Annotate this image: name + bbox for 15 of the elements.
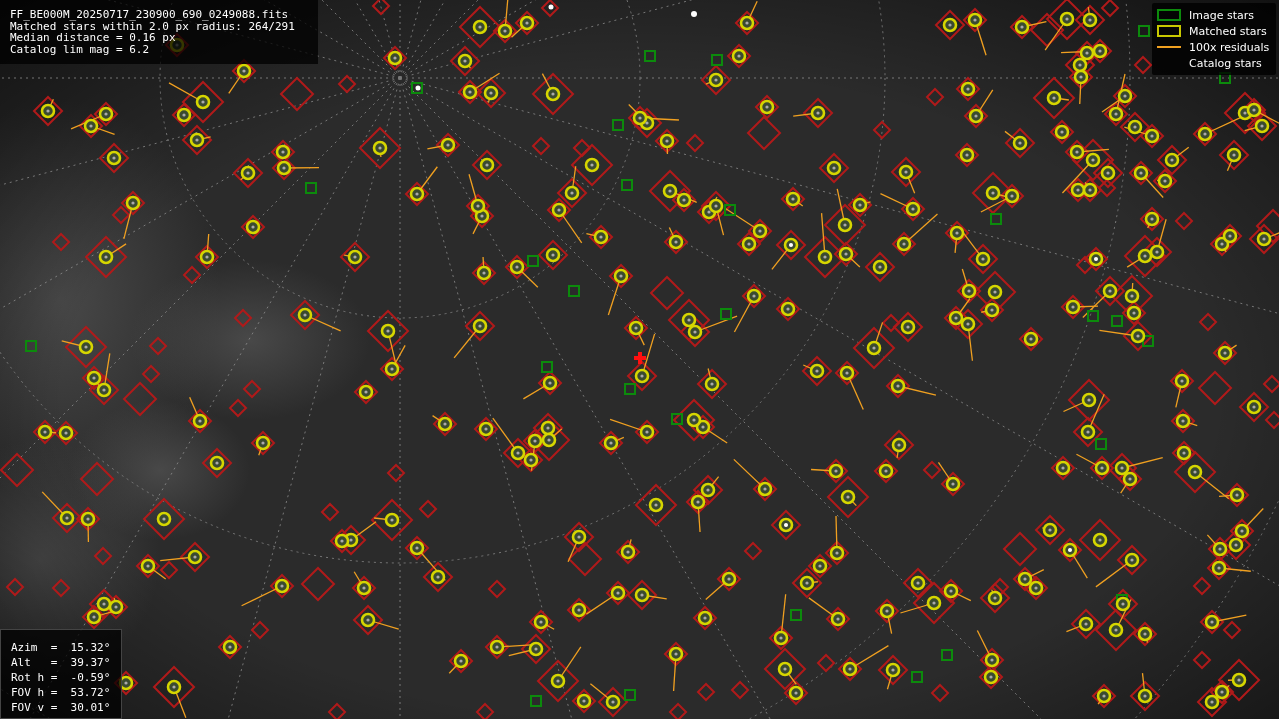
- legend-label: Catalog stars: [1189, 56, 1262, 70]
- pointing-value: Azim = 15.32°: [11, 640, 112, 655]
- info-text: Catalog lim mag = 6.2: [10, 43, 151, 55]
- info-text: FF_BE000M_20250717_230900_690_0249088.fits: [10, 9, 290, 21]
- legend-swatch: [1157, 9, 1181, 21]
- pointing-value: Alt = 39.37°: [11, 655, 112, 670]
- pointing-value: FOV h = 53.72°: [11, 685, 112, 700]
- pointing-value: Rot h = -0.59°: [11, 670, 112, 685]
- legend-label: Image stars: [1189, 8, 1254, 22]
- info-text: Matched stars within 2.0 px radius: 264/291: [10, 20, 296, 32]
- info-text: Median distance = 0.16 px: [10, 32, 176, 44]
- legend-swatch: [1157, 25, 1181, 37]
- pointing-value: FOV v = 30.01°: [11, 700, 112, 715]
- legend-label: Matched stars: [1189, 24, 1267, 38]
- legend-label: 100x residuals: [1189, 40, 1270, 54]
